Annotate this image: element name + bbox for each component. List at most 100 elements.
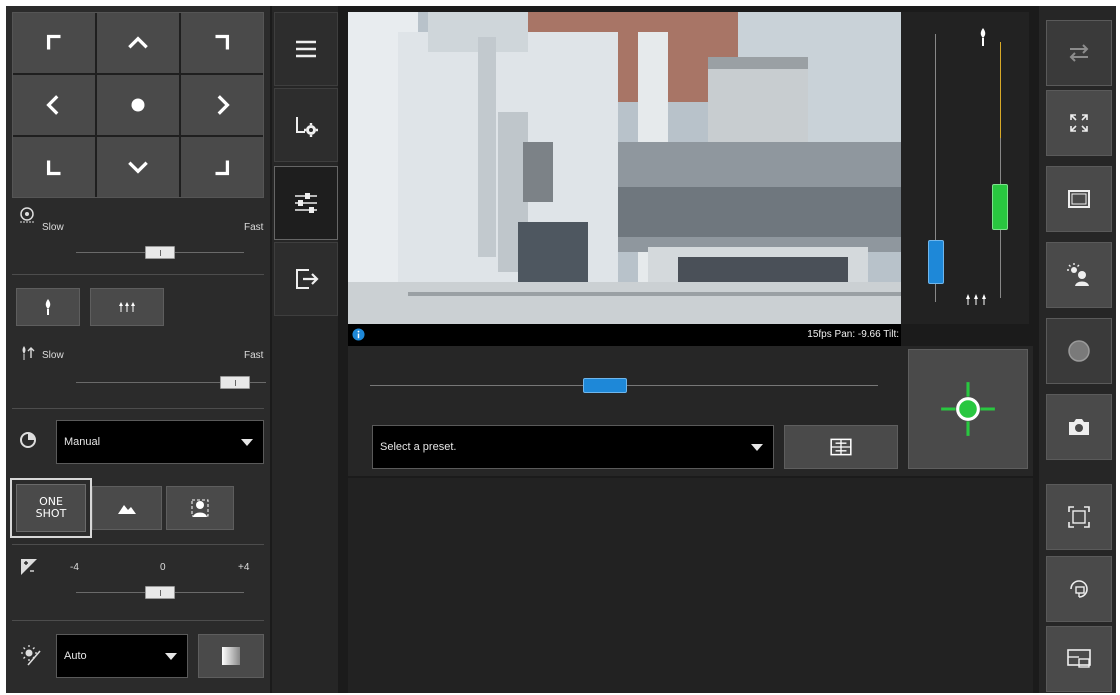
record-button[interactable] bbox=[1046, 318, 1112, 384]
grid-icon bbox=[830, 438, 852, 456]
pan-down-left-button[interactable] bbox=[13, 137, 95, 197]
focus-mode-value: Manual bbox=[64, 436, 101, 448]
one-shot-label-line2: SHOT bbox=[35, 507, 67, 520]
zoom-tele-button[interactable] bbox=[16, 288, 80, 326]
camera-settings-button[interactable] bbox=[274, 88, 338, 162]
swap-button[interactable] bbox=[1046, 20, 1112, 86]
one-shot-focus-button[interactable]: ONE SHOT bbox=[10, 478, 92, 538]
face-detect-focus-button[interactable] bbox=[166, 486, 234, 530]
pan-speed-fast-label: Fast bbox=[244, 222, 264, 233]
hamburger-icon bbox=[296, 40, 316, 58]
home-position-button[interactable] bbox=[97, 75, 179, 135]
swap-arrows-icon bbox=[1069, 44, 1089, 62]
info-icon[interactable] bbox=[352, 328, 365, 341]
pan-tilt-pad bbox=[12, 12, 264, 198]
chevron-down-icon bbox=[751, 444, 763, 451]
settings-gear-icon bbox=[296, 117, 318, 137]
pan-up-left-button[interactable] bbox=[13, 13, 95, 73]
video-feed[interactable] bbox=[348, 12, 901, 324]
chevron-left-icon bbox=[46, 95, 59, 115]
zoom-speed-fast-label: Fast bbox=[244, 350, 264, 361]
expand-icon bbox=[1070, 114, 1088, 132]
sliders-icon bbox=[295, 193, 317, 213]
focus-slider-thumb[interactable] bbox=[928, 240, 944, 284]
crosshair-icon bbox=[941, 382, 995, 436]
video-size-button[interactable] bbox=[1046, 166, 1112, 232]
trees-icon bbox=[119, 302, 135, 312]
single-tree-icon bbox=[45, 299, 51, 315]
backlight-compensation-button[interactable] bbox=[1046, 242, 1112, 308]
center-controls: Select a preset. bbox=[348, 346, 1033, 476]
side-sliders bbox=[901, 12, 1029, 324]
tilt-down-button[interactable] bbox=[97, 137, 179, 197]
pan-speed-slider-thumb[interactable] bbox=[145, 246, 175, 259]
zoom-speed-slider-thumb[interactable] bbox=[220, 376, 250, 389]
pan-right-button[interactable] bbox=[181, 75, 263, 135]
tele-tree-icon bbox=[980, 28, 986, 46]
focus-mode-select[interactable]: Manual bbox=[56, 420, 264, 464]
exposure-mid-label: 0 bbox=[160, 562, 166, 573]
infinity-focus-button[interactable] bbox=[92, 486, 162, 530]
pan-down-right-button[interactable] bbox=[181, 137, 263, 197]
preset-grid-button[interactable] bbox=[784, 425, 898, 469]
multi-view-button[interactable] bbox=[1046, 626, 1112, 692]
white-balance-select[interactable]: Auto bbox=[56, 634, 188, 678]
video-status-bar: 15fps Pan: -9.66 Tilt: bbox=[348, 324, 901, 346]
mountain-icon bbox=[118, 505, 136, 514]
gradient-pattern-icon bbox=[222, 647, 240, 665]
rotate-camera-icon bbox=[1070, 580, 1088, 598]
pan-left-button[interactable] bbox=[13, 75, 95, 135]
lower-area bbox=[348, 478, 1033, 693]
record-circle-icon bbox=[1068, 340, 1090, 362]
zoom-slider-horizontal-thumb[interactable] bbox=[583, 378, 628, 393]
home-dot-icon bbox=[131, 98, 145, 112]
white-balance-value: Auto bbox=[64, 650, 87, 662]
camera-control-panel: Slow Fast Slow Fast Manual ONE SHOT -4 0… bbox=[6, 6, 270, 693]
pan-speed-icon bbox=[20, 207, 34, 223]
corner-up-left-icon bbox=[46, 34, 61, 50]
divider bbox=[12, 544, 264, 545]
control-panel-button[interactable] bbox=[274, 166, 338, 240]
white-balance-lock-button[interactable] bbox=[198, 634, 264, 678]
screens-icon bbox=[1067, 649, 1091, 668]
camera-view-image bbox=[348, 12, 901, 324]
tilt-up-button[interactable] bbox=[97, 13, 179, 73]
frame-zoom-icon bbox=[1068, 506, 1090, 528]
person-sun-icon bbox=[1067, 263, 1089, 286]
wide-trees-icon bbox=[966, 294, 986, 305]
exposure-min-label: -4 bbox=[70, 562, 79, 573]
screen-frame-icon bbox=[1068, 190, 1090, 208]
click-to-center-button[interactable] bbox=[908, 349, 1028, 469]
pan-speed-slow-label: Slow bbox=[42, 222, 64, 233]
snapshot-button[interactable] bbox=[1046, 394, 1112, 460]
focus-icon bbox=[20, 432, 36, 448]
preset-select[interactable]: Select a preset. bbox=[372, 425, 774, 469]
digital-zoom-button[interactable] bbox=[1046, 484, 1112, 550]
corner-down-right-icon bbox=[215, 160, 230, 176]
menu-column bbox=[272, 6, 338, 693]
chevron-right-icon bbox=[217, 95, 230, 115]
pan-up-right-button[interactable] bbox=[181, 13, 263, 73]
exposure-slider-thumb[interactable] bbox=[145, 586, 175, 599]
divider bbox=[12, 274, 264, 275]
video-status-text: 15fps Pan: -9.66 Tilt: bbox=[807, 329, 899, 340]
corner-down-left-icon bbox=[46, 160, 61, 176]
logout-icon bbox=[296, 269, 319, 289]
exit-button[interactable] bbox=[274, 242, 338, 316]
zoom-wide-button[interactable] bbox=[90, 288, 164, 326]
menu-button[interactable] bbox=[274, 12, 338, 86]
ptz-reset-button[interactable] bbox=[1046, 556, 1112, 622]
right-toolbar bbox=[1039, 6, 1116, 693]
chevron-down-icon bbox=[241, 439, 253, 446]
chevron-down-icon bbox=[128, 161, 148, 174]
exposure-icon bbox=[21, 559, 37, 575]
fullscreen-button[interactable] bbox=[1046, 90, 1112, 156]
divider bbox=[12, 620, 264, 621]
chevron-up-icon bbox=[128, 36, 148, 49]
preset-placeholder: Select a preset. bbox=[380, 441, 457, 453]
zoom-slider-thumb[interactable] bbox=[992, 184, 1008, 230]
white-balance-icon bbox=[21, 645, 41, 666]
divider bbox=[12, 408, 264, 409]
camera-icon bbox=[1069, 419, 1089, 435]
zoom-speed-slow-label: Slow bbox=[42, 350, 64, 361]
